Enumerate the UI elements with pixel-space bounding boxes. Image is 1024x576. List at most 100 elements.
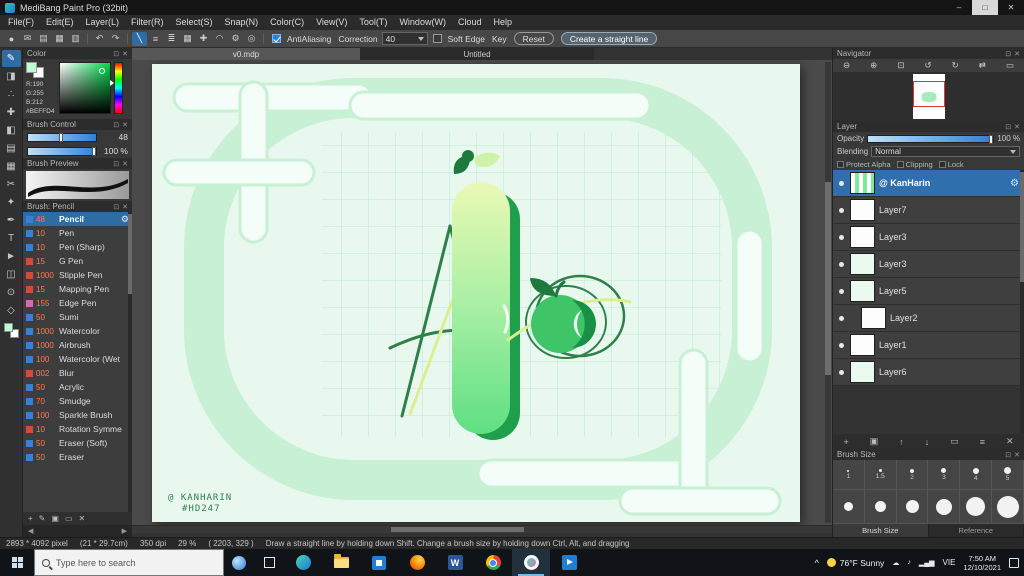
- tab-brush-size[interactable]: Brush Size: [833, 524, 929, 537]
- pager-right-icon[interactable]: ▶: [122, 527, 127, 535]
- delete-brush-icon[interactable]: ✕: [79, 514, 86, 523]
- layer-up-icon[interactable]: ↑: [899, 437, 904, 447]
- taskbar-app-chrome[interactable]: [474, 549, 512, 576]
- brush-item[interactable]: 48 Pencil ⚙: [23, 212, 132, 226]
- blending-dropdown[interactable]: Normal: [871, 146, 1020, 157]
- network-icon[interactable]: ▂▄▆: [919, 559, 935, 567]
- edit-brush-icon[interactable]: ✎: [39, 514, 46, 523]
- divide-tool[interactable]: ◫: [2, 266, 21, 283]
- layer-visibility-icon[interactable]: [835, 369, 848, 375]
- brush-size-preset[interactable]: 3: [928, 460, 961, 489]
- layer-visibility-icon[interactable]: [835, 180, 848, 186]
- foreground-color-swatch[interactable]: [26, 62, 37, 73]
- text-tool[interactable]: T: [2, 230, 21, 247]
- select-pen-tool[interactable]: ✒: [2, 212, 21, 229]
- close-icon[interactable]: ✕: [1014, 451, 1020, 459]
- redo-icon[interactable]: ↷: [108, 32, 123, 46]
- rotate-cw-icon[interactable]: ↻: [952, 60, 959, 71]
- layer-visibility-icon[interactable]: [835, 288, 848, 294]
- delete-layer-icon[interactable]: ✕: [1006, 436, 1014, 447]
- layer-row[interactable]: Layer3: [833, 251, 1024, 278]
- material-icon[interactable]: ▦: [52, 32, 67, 46]
- volume-icon[interactable]: ♪: [907, 559, 911, 566]
- layer-visibility-icon[interactable]: [835, 261, 848, 267]
- add-folder-icon[interactable]: ▭: [950, 436, 959, 447]
- taskbar-app-store[interactable]: [360, 549, 398, 576]
- menu-window[interactable]: Window(W): [393, 15, 452, 30]
- menu-help[interactable]: Help: [487, 15, 518, 30]
- taskbar-search[interactable]: Type here to search: [34, 549, 224, 576]
- brush-size-preset[interactable]: [928, 490, 961, 523]
- protect-alpha-option[interactable]: Protect Alpha: [837, 160, 891, 169]
- brush-item[interactable]: 1000 Watercolor: [23, 324, 132, 338]
- layer-row[interactable]: Layer3: [833, 224, 1024, 251]
- menu-cloud[interactable]: Cloud: [452, 15, 488, 30]
- clipping-option[interactable]: Clipping: [896, 160, 933, 169]
- brush-size-preset[interactable]: 5: [992, 460, 1024, 489]
- brush-opacity-slider[interactable]: [27, 146, 97, 156]
- weather-widget[interactable]: 76°F Sunny: [826, 558, 884, 568]
- action-center-icon[interactable]: [1009, 557, 1019, 568]
- brush-item[interactable]: 70 Smudge: [23, 394, 132, 408]
- canvas-horizontal-scrollbar[interactable]: [132, 525, 832, 533]
- brush-item[interactable]: 100 Watercolor (Wet: [23, 352, 132, 366]
- menu-file[interactable]: File(F): [2, 15, 40, 30]
- fit-view-icon[interactable]: ⊡: [897, 60, 904, 71]
- brush-size-slider[interactable]: [27, 132, 97, 142]
- menu-edit[interactable]: Edit(E): [40, 15, 80, 30]
- task-view-button[interactable]: [254, 549, 284, 576]
- brush-size-preset[interactable]: 1.5: [865, 460, 897, 489]
- menu-select[interactable]: Select(S): [170, 15, 219, 30]
- add-brush-icon[interactable]: +: [28, 514, 33, 523]
- tray-expand-icon[interactable]: ^: [815, 558, 819, 568]
- dot-pen-tool[interactable]: ∴: [2, 86, 21, 103]
- magic-wand-tool[interactable]: ✦: [2, 194, 21, 211]
- layer-down-icon[interactable]: ↓: [925, 437, 930, 447]
- taskbar-app-firefox[interactable]: [398, 549, 436, 576]
- foreground-color-swatch[interactable]: [3, 323, 13, 332]
- color-swatches[interactable]: [3, 323, 19, 338]
- layer-row[interactable]: Layer5: [833, 278, 1024, 305]
- correction-dropdown[interactable]: 40: [381, 32, 428, 45]
- canvas-workspace[interactable]: @ KANHARIN #HD247: [132, 60, 832, 525]
- layer-visibility-icon[interactable]: [835, 234, 848, 240]
- brush-item[interactable]: 002 Blur: [23, 366, 132, 380]
- popout-icon[interactable]: ⊡: [113, 203, 119, 211]
- gradient-tool[interactable]: ▤: [2, 140, 21, 157]
- rotate-ccw-icon[interactable]: ↺: [924, 60, 931, 71]
- slider-knob[interactable]: [58, 132, 63, 142]
- brush-item[interactable]: 10 Pen (Sharp): [23, 240, 132, 254]
- flip-view-icon[interactable]: ▭: [1006, 60, 1014, 71]
- popout-icon[interactable]: ⊡: [1005, 50, 1011, 58]
- brush-tool[interactable]: ✎: [1, 50, 21, 67]
- select-tool[interactable]: ▦: [2, 158, 21, 175]
- eyedropper-tool[interactable]: ⊙: [2, 284, 21, 301]
- start-button[interactable]: [0, 549, 34, 576]
- lock-checkbox[interactable]: [938, 160, 946, 168]
- layer-row[interactable]: Layer1: [833, 332, 1024, 359]
- zoom-out-icon[interactable]: ⊖: [843, 60, 850, 71]
- curve-icon[interactable]: ◠: [212, 32, 227, 46]
- brush-size-preset[interactable]: [833, 490, 865, 523]
- layer-row[interactable]: Layer2: [833, 305, 1024, 332]
- cross-icon[interactable]: ✚: [196, 32, 211, 46]
- brush-folder-icon[interactable]: ▭: [65, 514, 73, 523]
- menu-view[interactable]: View(V): [310, 15, 353, 30]
- reset-rotation-icon[interactable]: ⇄: [979, 60, 986, 71]
- taskbar-app-word[interactable]: W: [436, 549, 474, 576]
- brush-size-preset[interactable]: [865, 490, 897, 523]
- reset-button[interactable]: Reset: [513, 32, 554, 45]
- panel-icon[interactable]: ▤: [36, 32, 51, 46]
- brush-size-preset[interactable]: [897, 490, 929, 523]
- brush-item[interactable]: 155 Edge Pen: [23, 296, 132, 310]
- zoom-in-icon[interactable]: ⊕: [870, 60, 877, 71]
- taskbar-app-edge[interactable]: [284, 549, 322, 576]
- tab-reference[interactable]: Reference: [928, 524, 1024, 537]
- maximize-button[interactable]: □: [972, 0, 998, 15]
- taskbar-app-file-explorer[interactable]: [322, 549, 360, 576]
- hand-tool[interactable]: ◇: [2, 302, 21, 319]
- menu-filter[interactable]: Filter(R): [125, 15, 170, 30]
- brush-item[interactable]: 15 Mapping Pen: [23, 282, 132, 296]
- brush-size-preset[interactable]: [992, 490, 1024, 523]
- swatch-pair[interactable]: [26, 62, 46, 79]
